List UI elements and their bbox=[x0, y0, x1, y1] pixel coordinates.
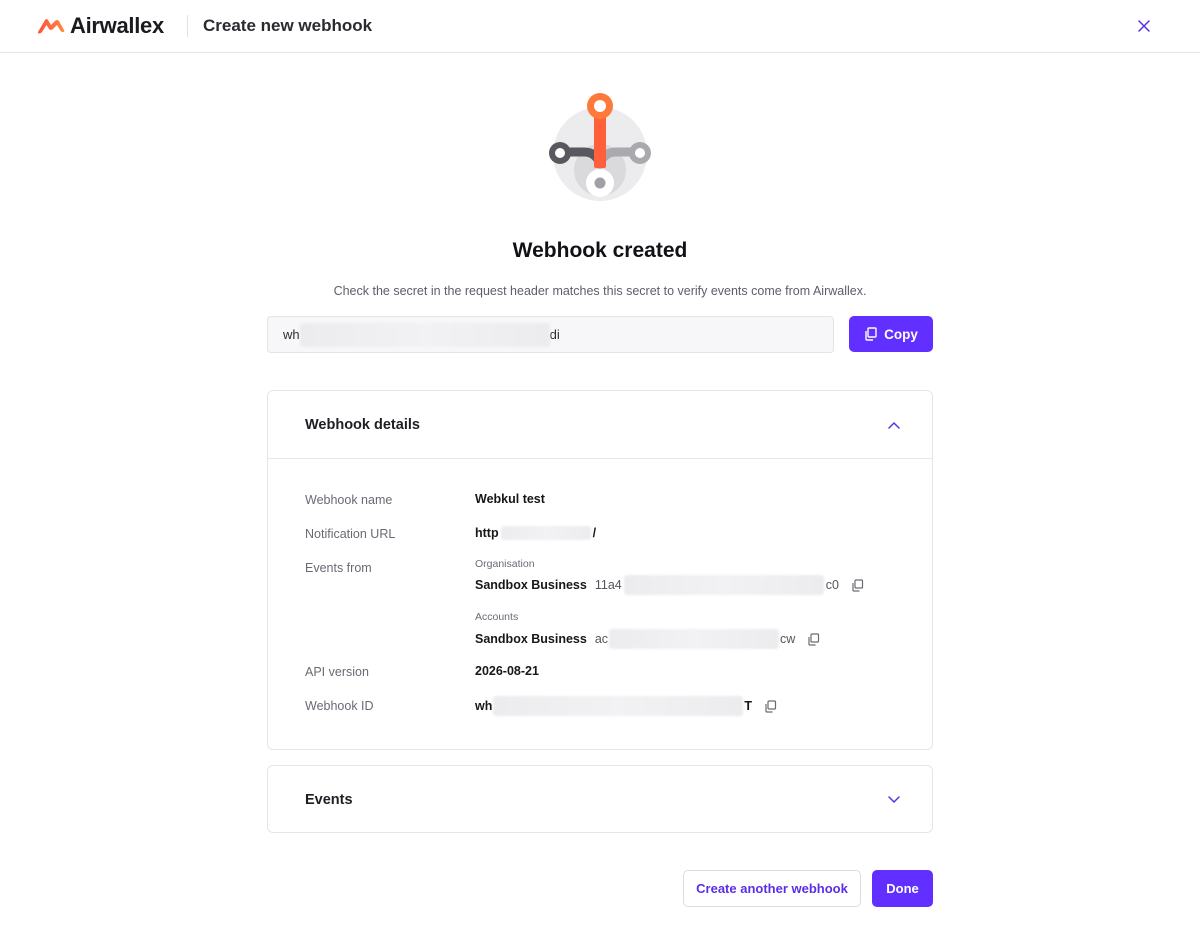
header-divider bbox=[187, 15, 188, 37]
airwallex-logo-icon bbox=[37, 19, 65, 34]
success-subtitle: Check the secret in the request header m… bbox=[333, 284, 867, 298]
organisation-id-suffix: c0 bbox=[825, 578, 839, 592]
webhook-id-label: Webhook ID bbox=[305, 699, 374, 713]
copy-icon bbox=[865, 327, 877, 341]
copy-account-id-icon[interactable] bbox=[807, 632, 820, 646]
webhook-details-card: Webhook details Webhook name Webkul test… bbox=[267, 390, 933, 750]
webhook-name-value: Webkul test bbox=[475, 492, 545, 506]
api-version-label: API version bbox=[305, 665, 369, 679]
account-id: ac cw bbox=[595, 629, 795, 649]
secret-prefix: wh bbox=[283, 327, 300, 342]
events-card: Events bbox=[267, 765, 933, 833]
notification-url-prefix: http bbox=[475, 526, 499, 540]
top-bar: Airwallex Create new webhook bbox=[0, 0, 1200, 53]
webhook-details-title: Webhook details bbox=[305, 416, 420, 433]
chevron-down-icon bbox=[888, 795, 900, 803]
brand-name: Airwallex bbox=[70, 13, 164, 38]
account-id-suffix: cw bbox=[780, 632, 796, 646]
redacted-secret bbox=[299, 322, 550, 347]
webhook-id-prefix: wh bbox=[475, 699, 493, 713]
organisation-label: Organisation bbox=[475, 558, 535, 570]
accounts-label: Accounts bbox=[475, 611, 519, 623]
redacted-organisation-id bbox=[623, 575, 824, 595]
events-title: Events bbox=[305, 791, 353, 808]
redacted-webhook-id bbox=[493, 696, 744, 716]
redacted-url bbox=[500, 526, 591, 540]
events-toggle[interactable]: Events bbox=[268, 766, 932, 833]
create-another-webhook-button[interactable]: Create another webhook bbox=[683, 870, 861, 907]
success-title: Webhook created bbox=[512, 239, 688, 262]
notification-url-label: Notification URL bbox=[305, 527, 396, 541]
webhook-id-suffix: T bbox=[744, 699, 752, 713]
copy-webhook-id-icon[interactable] bbox=[764, 699, 777, 713]
chevron-up-icon bbox=[888, 421, 900, 429]
copy-organisation-id-icon[interactable] bbox=[851, 578, 864, 592]
done-button[interactable]: Done bbox=[872, 870, 933, 907]
webhook-name-label: Webhook name bbox=[305, 493, 393, 507]
api-version-value: 2026-08-21 bbox=[475, 664, 539, 678]
organisation-name: Sandbox Business bbox=[475, 578, 587, 592]
secret-suffix: di bbox=[549, 327, 560, 342]
webhook-secret-field[interactable]: wh di bbox=[267, 316, 834, 353]
webhook-id-value: wh T bbox=[475, 696, 777, 716]
webhook-details-toggle[interactable]: Webhook details bbox=[268, 391, 932, 458]
account-name: Sandbox Business bbox=[475, 632, 587, 646]
brand-logo: Airwallex bbox=[36, 13, 164, 38]
notification-url-value: http / bbox=[475, 526, 596, 540]
account-value: Sandbox Business ac cw bbox=[475, 629, 820, 649]
details-divider bbox=[268, 458, 932, 459]
organisation-value: Sandbox Business 11a4 c0 bbox=[475, 575, 864, 595]
page-title: Create new webhook bbox=[203, 16, 373, 35]
account-id-prefix: ac bbox=[594, 632, 609, 646]
close-button[interactable] bbox=[1133, 15, 1155, 37]
webhook-icon bbox=[549, 93, 651, 201]
close-icon bbox=[1138, 20, 1150, 32]
notification-url-suffix: / bbox=[592, 526, 597, 540]
organisation-id: 11a4 c0 bbox=[595, 575, 839, 595]
copy-secret-button[interactable]: Copy bbox=[849, 316, 933, 352]
organisation-id-prefix: 11a4 bbox=[594, 578, 622, 592]
events-from-label: Events from bbox=[305, 561, 372, 575]
copy-button-label: Copy bbox=[884, 326, 918, 342]
redacted-account-id bbox=[609, 629, 780, 649]
